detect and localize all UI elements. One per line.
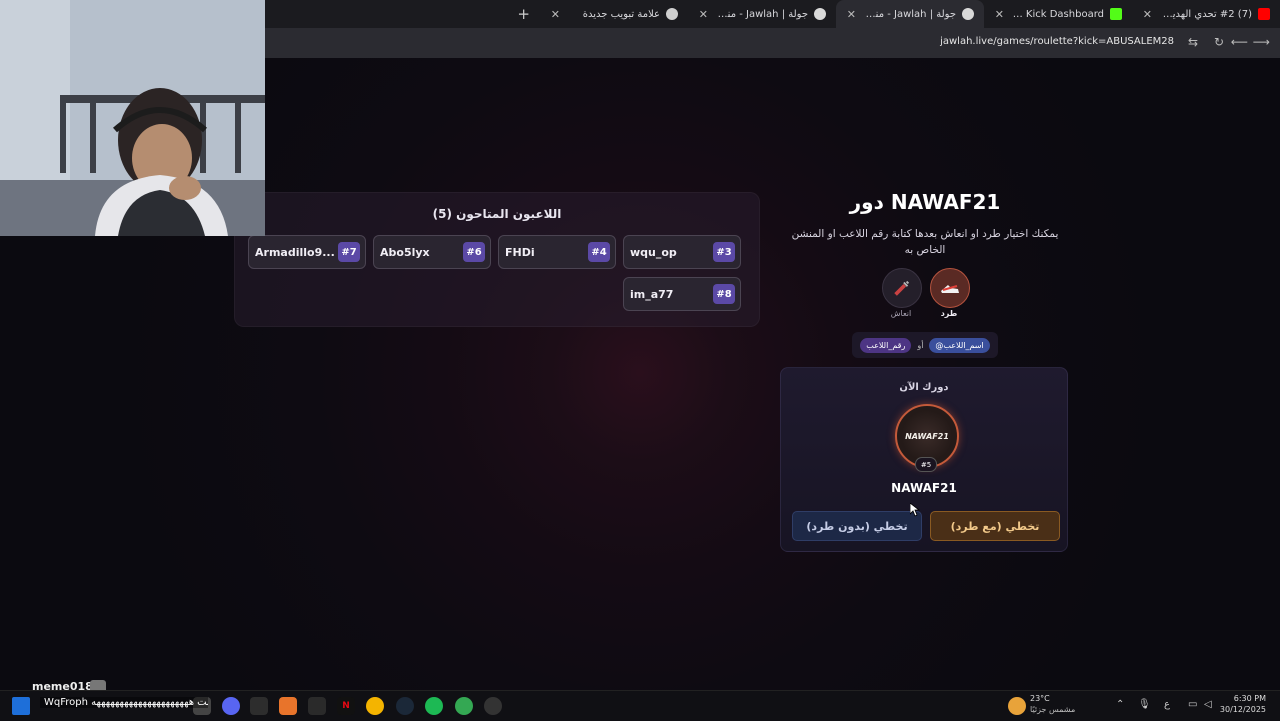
player-card[interactable]: wqu_op #3: [623, 235, 741, 269]
weather-icon[interactable]: [1008, 697, 1026, 715]
weather-description: مشمس جزئيًا: [1030, 705, 1076, 714]
close-tab-icon[interactable]: ✕: [550, 8, 560, 21]
syringe-icon: [894, 280, 910, 296]
close-tab-icon[interactable]: ✕: [846, 8, 856, 21]
chrome-icon[interactable]: [366, 697, 384, 715]
app-icon[interactable]: [484, 697, 502, 715]
player-card[interactable]: Armadillo9... #7: [248, 235, 366, 269]
your-turn-label: دورك الآن: [899, 382, 949, 393]
revive-option-label: انعاش: [890, 309, 912, 318]
epic-games-icon[interactable]: [308, 697, 326, 715]
player-card[interactable]: FHDi #4: [498, 235, 616, 269]
player-name: Abo5lyx: [380, 245, 430, 259]
mouse-cursor-icon: [910, 503, 920, 517]
or-text: أو: [917, 340, 924, 350]
clock-date[interactable]: 30/12/2025: [1220, 705, 1266, 714]
close-tab-icon[interactable]: ✕: [994, 8, 1004, 21]
player-name: FHDi: [505, 245, 535, 259]
skip-with-kick-button[interactable]: تخطي (مع طرد): [930, 511, 1060, 541]
tab-title: علامة تبويب جديدة: [582, 8, 660, 20]
player-number-badge: #6: [463, 242, 485, 262]
close-tab-icon[interactable]: ✕: [698, 8, 708, 21]
skip-without-kick-button[interactable]: تخطي (بدون طرد): [792, 511, 922, 541]
turn-title: دور NAWAF21: [849, 190, 1001, 214]
browser-tab-new[interactable]: علامة تبويب جديدة ✕: [540, 0, 688, 28]
available-players-title: اللاعبون المتاحون (5): [432, 207, 562, 221]
webcam-feed: [0, 0, 265, 236]
current-turn-card: دورك الآن NAWAF21 #5 NAWAF21 تخطي (مع طر…: [780, 367, 1068, 552]
player-card[interactable]: im_a77 #8: [623, 277, 741, 311]
reload-icon[interactable]: ↻: [1214, 35, 1224, 49]
chrome-icon[interactable]: [455, 697, 473, 715]
network-icon[interactable]: ▭: [1188, 699, 1197, 710]
browser-tab-jawlah-active[interactable]: جولة | Jawlah - منصة الألعاب الـ ✕: [836, 0, 984, 28]
avatar-logo-text: NAWAF21: [905, 431, 949, 441]
app-icon[interactable]: [279, 697, 297, 715]
steam-icon[interactable]: [396, 697, 414, 715]
kick-option-button[interactable]: [930, 268, 970, 308]
forward-arrow-icon[interactable]: ⟵: [1231, 35, 1248, 49]
tab-title: (7) #2 تحدي الهدية الغامضة بين: [1158, 8, 1252, 20]
player-number-badge: #3: [713, 242, 735, 262]
chat-message: WqFroph كتبت هههههههههههههههههههههه: [40, 697, 208, 708]
microphone-icon[interactable]: 🎙: [1138, 699, 1151, 710]
player-number-badge: #7: [338, 242, 360, 262]
player-number-badge: #4: [588, 242, 610, 262]
player-number-badge: #8: [713, 284, 735, 304]
command-hint: رقم_اللاعب أو @اسم_اللاعب: [852, 332, 998, 358]
player-number-chip: رقم_اللاعب: [860, 337, 912, 353]
chevron-up-icon[interactable]: ⌃: [1116, 699, 1124, 710]
available-players-panel: اللاعبون المتاحون (5) wqu_op #3 FHDi #4 …: [234, 192, 760, 327]
url-text[interactable]: jawlah.live/games/roulette?kick=ABUSALEM…: [940, 36, 1174, 47]
kick-icon: [1110, 8, 1122, 20]
player-card[interactable]: Abo5lyx #6: [373, 235, 491, 269]
language-indicator[interactable]: ع: [1164, 699, 1170, 710]
player-mention-chip: @اسم_اللاعب: [929, 337, 990, 353]
tab-title: جولة | Jawlah - منصة الألعاب الـ: [862, 8, 956, 20]
browser-tab-youtube[interactable]: (7) #2 تحدي الهدية الغامضة بين ✕: [1132, 0, 1280, 28]
windows-start-icon[interactable]: [12, 697, 30, 715]
clock-time[interactable]: 6:30 PM: [1234, 694, 1266, 703]
current-player-name: NAWAF21: [891, 481, 957, 495]
back-arrow-icon[interactable]: ⟶: [1253, 35, 1270, 49]
player-name: Armadillo9...: [255, 245, 335, 259]
webcam-overlay: [0, 0, 265, 236]
weather-temperature: 23°C: [1030, 694, 1050, 703]
kick-shoe-icon: [941, 285, 959, 293]
discord-icon[interactable]: [222, 697, 240, 715]
spotify-icon[interactable]: [425, 697, 443, 715]
browser-tab-kick[interactable]: Stream - Kick Dashboard ✕: [984, 0, 1132, 28]
player-name: wqu_op: [630, 245, 677, 259]
jawlah-icon: [814, 8, 826, 20]
close-tab-icon[interactable]: ✕: [1142, 8, 1152, 21]
player-number-badge: #5: [915, 457, 937, 472]
tab-title: Stream - Kick Dashboard: [1010, 8, 1104, 20]
netflix-icon[interactable]: N: [337, 697, 355, 715]
app-icon[interactable]: [250, 697, 268, 715]
youtube-icon: [1258, 8, 1270, 20]
player-name: im_a77: [630, 287, 674, 301]
turn-instructions: يمكنك اختيار طرد او انعاش بعدها كتابة رق…: [791, 228, 1059, 256]
volume-icon[interactable]: ◁: [1204, 699, 1212, 710]
tab-title: جولة | Jawlah - منصة الألعاب الـ: [714, 8, 808, 20]
kick-option-label: طرد: [940, 309, 958, 318]
chrome-icon: [666, 8, 678, 20]
site-settings-icon[interactable]: ⇆: [1188, 35, 1198, 49]
jawlah-icon: [962, 8, 974, 20]
new-tab-button[interactable]: +: [507, 5, 540, 23]
revive-option-button[interactable]: [882, 268, 922, 308]
browser-tab-jawlah[interactable]: جولة | Jawlah - منصة الألعاب الـ ✕: [688, 0, 836, 28]
